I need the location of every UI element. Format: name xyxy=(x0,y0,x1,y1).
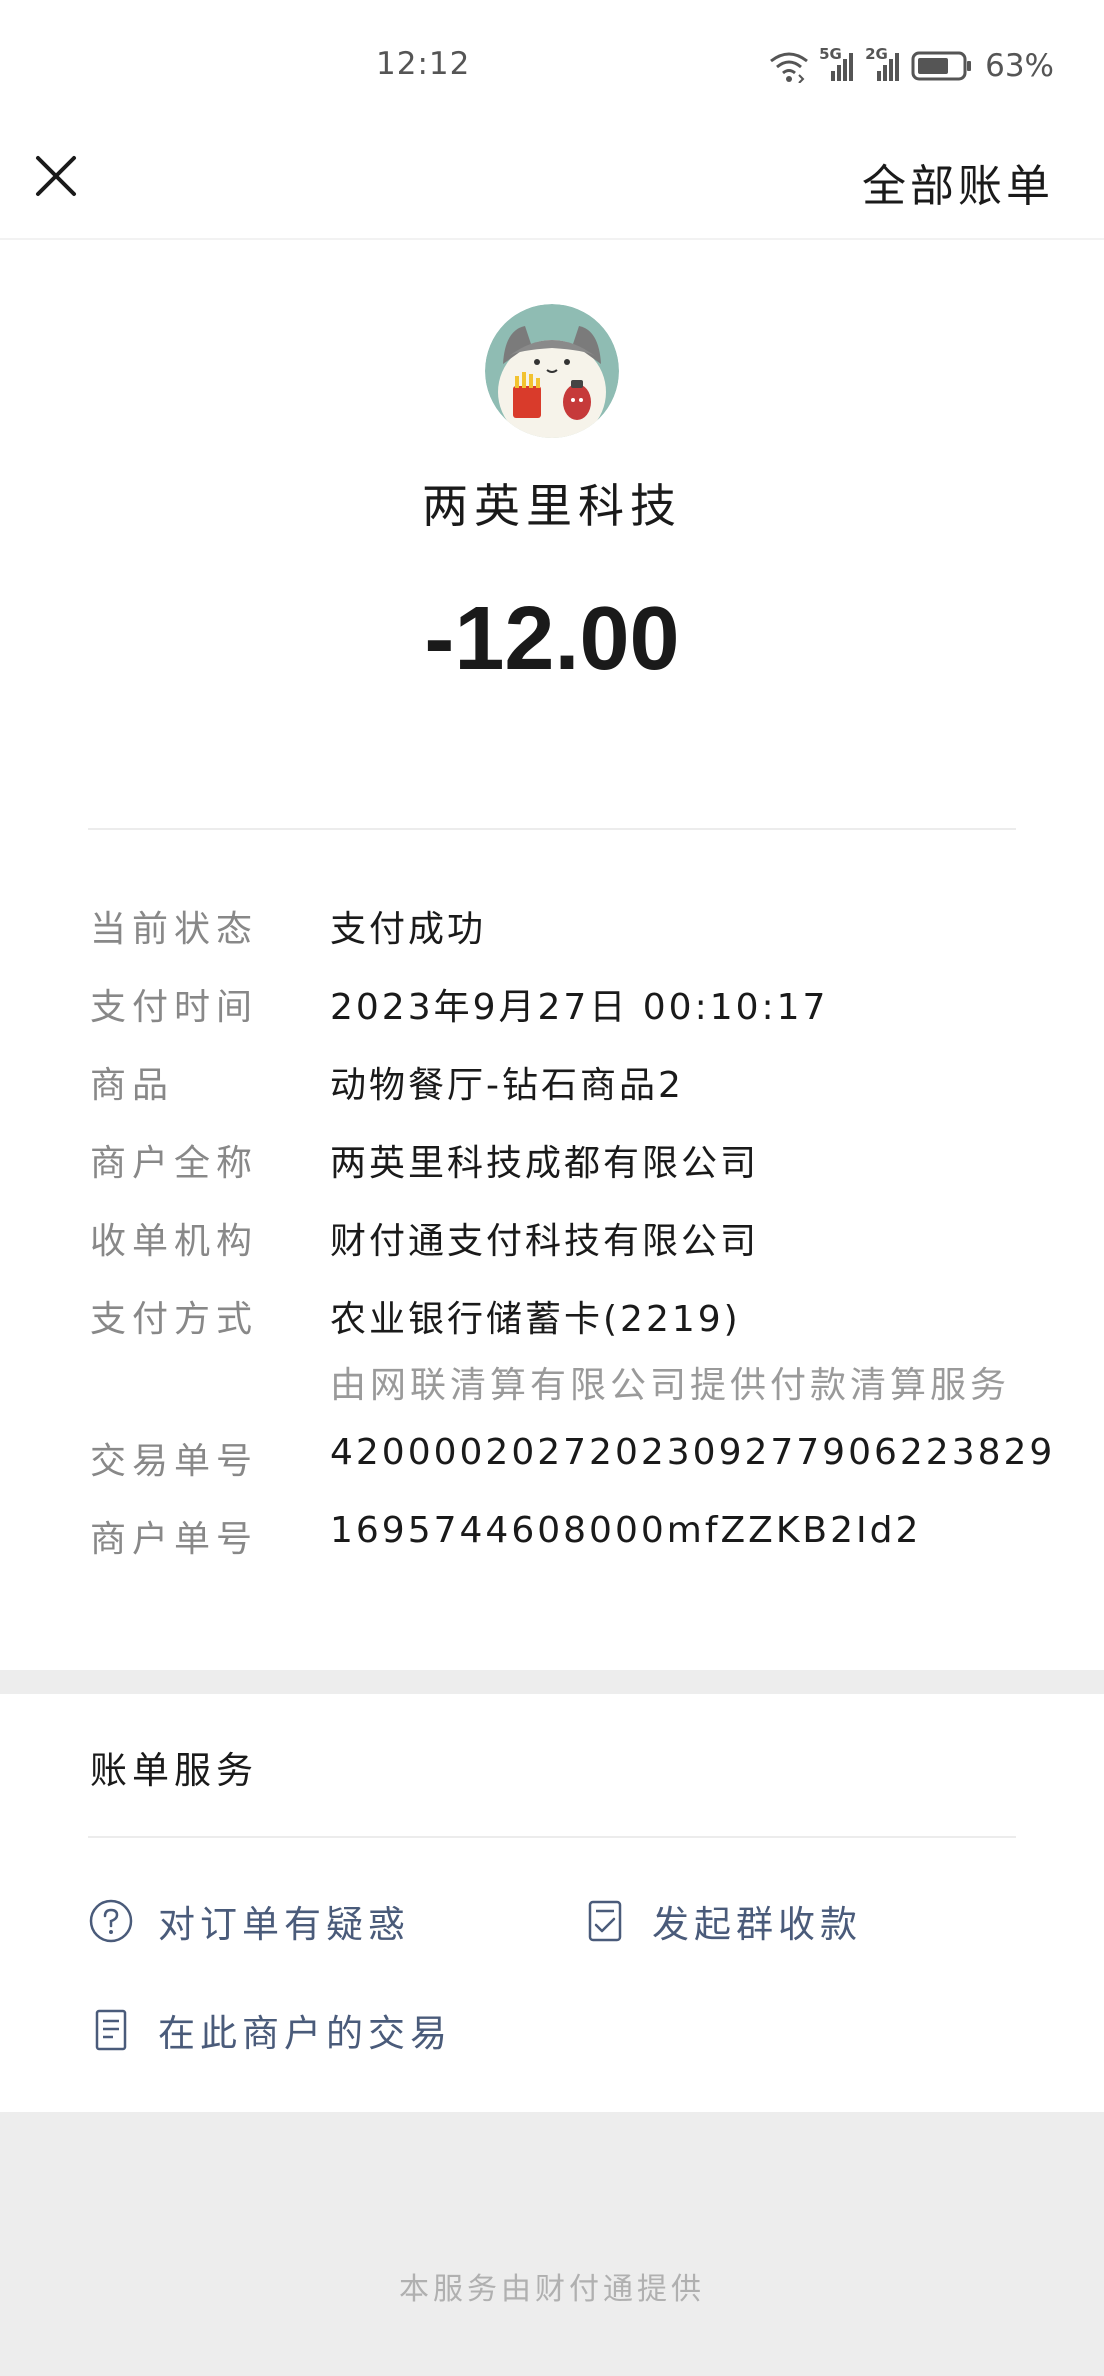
nav-bar: 全部账单 xyxy=(0,130,1104,238)
transaction-amount: -12.00 xyxy=(424,589,680,689)
wifi-icon xyxy=(769,49,809,83)
detail-label: 支付方式 xyxy=(90,1299,259,1340)
signal-5g-icon: 5G xyxy=(819,45,855,83)
checklist-icon xyxy=(588,1900,622,1942)
detail-label: 商品 xyxy=(90,1065,175,1106)
detail-divider xyxy=(88,828,1016,830)
detail-label: 当前状态 xyxy=(90,909,259,950)
detail-label: 商户全称 xyxy=(90,1143,259,1184)
detail-value: 动物餐厅-钻石商品2 xyxy=(330,1065,684,1106)
footer-text: 本服务由财付通提供 xyxy=(399,2272,705,2307)
footer: 本服务由财付通提供 xyxy=(0,2112,1104,2376)
detail-value: 两英里科技成都有限公司 xyxy=(330,1143,760,1184)
services-title: 账单服务 xyxy=(90,1749,258,1792)
signal-2g-icon: 2G xyxy=(865,45,901,83)
group-collect-button[interactable]: 发起群收款 xyxy=(582,1891,862,1951)
order-question-button[interactable]: 对订单有疑惑 xyxy=(88,1891,410,1951)
services-divider xyxy=(88,1836,1016,1838)
detail-label: 交易单号 xyxy=(90,1441,259,1482)
all-bills-link[interactable]: 全部账单 xyxy=(862,150,1054,214)
bill-detail-page: 12:12 5G 2G 63% 全部账单 两英里科技 -12.00 当前状态 支… xyxy=(0,0,1104,2376)
detail-value: 2023年9月27日 00:10:17 xyxy=(330,987,829,1028)
detail-label: 商户单号 xyxy=(90,1519,259,1560)
close-icon xyxy=(36,156,76,196)
document-icon xyxy=(95,2009,127,2051)
battery-icon xyxy=(911,50,973,82)
detail-note: 由网联清算有限公司提供付款清算服务 xyxy=(330,1365,1011,1406)
detail-value[interactable]: 4200002027202309277906223829 xyxy=(330,1432,1055,1473)
status-time: 12:12 xyxy=(376,46,471,82)
battery-percent: 63% xyxy=(985,48,1054,84)
detail-value: 财付通支付科技有限公司 xyxy=(330,1221,760,1262)
merchant-transactions-button[interactable]: 在此商户的交易 xyxy=(88,2000,452,2060)
network-label-1: 5G xyxy=(819,45,842,63)
merchant-avatar xyxy=(485,304,619,438)
service-label: 在此商户的交易 xyxy=(158,2012,452,2055)
detail-label: 支付时间 xyxy=(90,987,259,1028)
close-button[interactable] xyxy=(26,146,86,206)
status-icons: 5G 2G 63% xyxy=(769,44,1054,88)
service-label: 对订单有疑惑 xyxy=(158,1903,410,1946)
detail-value[interactable]: 1695744608000mfZZKB2Id2 xyxy=(330,1510,921,1551)
service-label: 发起群收款 xyxy=(652,1903,862,1946)
section-gap xyxy=(0,1670,1104,1694)
question-circle-icon xyxy=(89,1899,133,1943)
nav-divider xyxy=(0,238,1104,240)
network-label-2: 2G xyxy=(865,45,888,63)
detail-value: 农业银行储蓄卡(2219) xyxy=(330,1299,741,1340)
merchant-name: 两英里科技 xyxy=(422,479,682,533)
detail-label: 收单机构 xyxy=(90,1221,259,1262)
detail-value: 支付成功 xyxy=(330,909,487,950)
status-bar: 12:12 5G 2G 63% xyxy=(0,0,1104,130)
